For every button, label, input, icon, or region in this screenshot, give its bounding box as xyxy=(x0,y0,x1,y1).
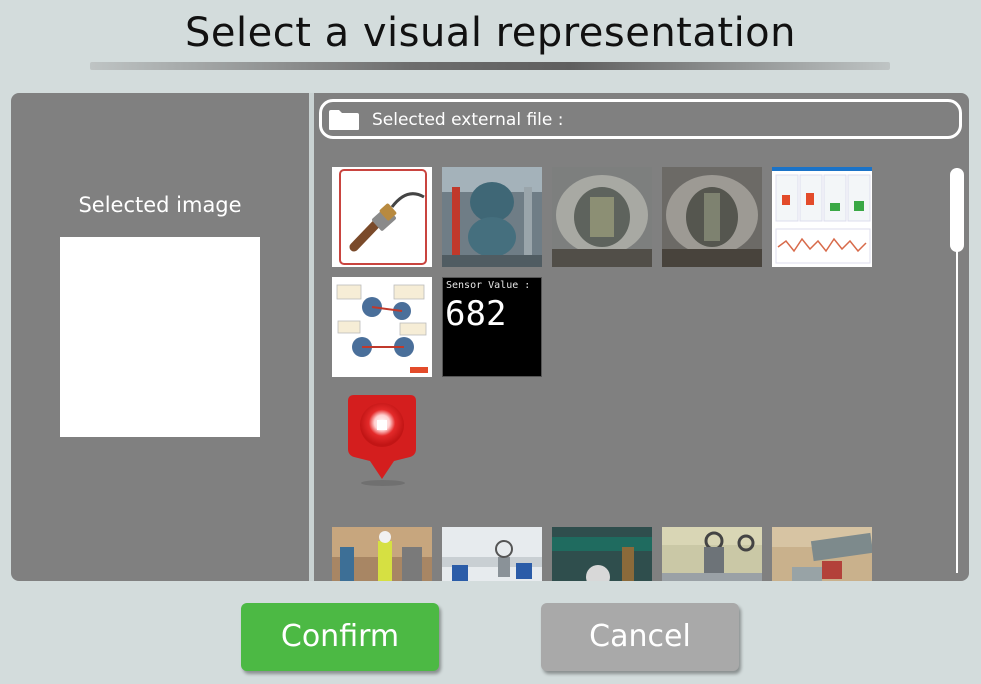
pipes-image xyxy=(552,527,652,581)
outdoor-valves-image xyxy=(662,527,762,581)
external-file-selector[interactable]: Selected external file : xyxy=(319,99,962,139)
panorama-image xyxy=(662,167,762,267)
schematic-image xyxy=(332,277,432,377)
oxygen-sensor-image xyxy=(339,169,427,265)
folder-icon xyxy=(329,110,359,130)
dashboard-image xyxy=(772,167,872,267)
thumbnail-tanks[interactable] xyxy=(442,167,542,267)
selected-image-label: Selected image xyxy=(78,193,242,217)
sensor-value-number: 682 xyxy=(445,294,507,334)
image-picker-panel: Selected image Selected external file : xyxy=(11,93,969,581)
title-underline xyxy=(90,62,890,70)
valves-image xyxy=(442,527,542,581)
selected-image-preview xyxy=(60,237,260,437)
thumbnail-pipes-green[interactable] xyxy=(552,527,652,581)
thumbnail-valves-outdoor[interactable] xyxy=(662,527,762,581)
thumbnail-sensor-value[interactable]: Sensor Value : 682 xyxy=(442,277,542,377)
thumbnail-workers[interactable] xyxy=(332,527,432,581)
thumbnail-panorama-2[interactable] xyxy=(662,167,762,267)
panorama-image xyxy=(552,167,652,267)
industrial-tanks-image xyxy=(442,167,542,267)
dialog-title: Select a visual representation xyxy=(184,10,796,56)
thumbnail-grid: Sensor Value : 682 xyxy=(314,145,954,581)
sensor-value-label: Sensor Value : xyxy=(446,280,531,291)
workers-image xyxy=(332,527,432,581)
thumbnail-marker[interactable] xyxy=(332,387,432,487)
thumbnail-valves-white[interactable] xyxy=(442,527,542,581)
confirm-button[interactable]: Confirm xyxy=(241,603,439,671)
thumbnail-pipeline-sand[interactable] xyxy=(772,527,872,581)
thumbnail-panorama-1[interactable] xyxy=(552,167,652,267)
map-pin-icon xyxy=(348,395,416,486)
thumbnail-schematic[interactable] xyxy=(332,277,432,377)
selected-image-panel: Selected image xyxy=(11,93,309,581)
external-file-label: Selected external file : xyxy=(372,110,564,130)
cancel-button[interactable]: Cancel xyxy=(541,603,739,671)
thumbnail-scrollbar-thumb[interactable] xyxy=(950,168,964,252)
thumbnail-dashboard[interactable] xyxy=(772,167,872,267)
thumbnail-oxygen-sensor[interactable] xyxy=(332,167,432,267)
pipeline-image xyxy=(772,527,872,581)
